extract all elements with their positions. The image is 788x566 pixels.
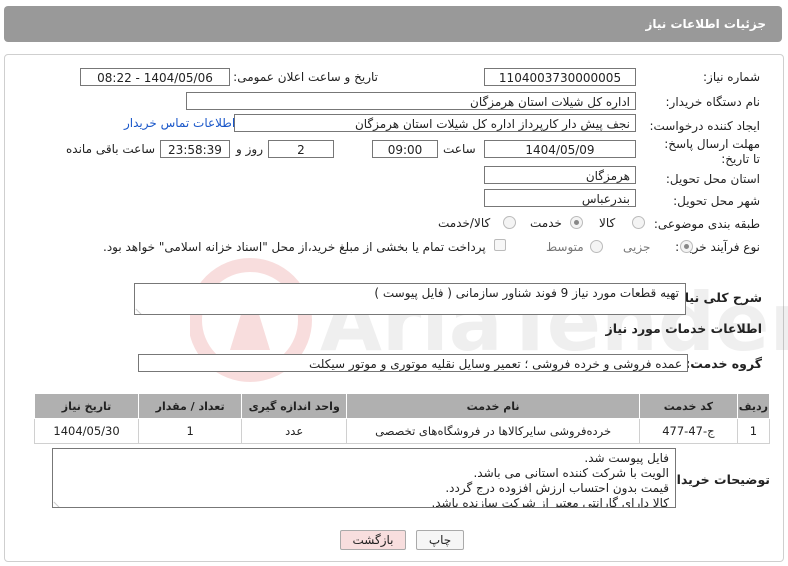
category-radio-goods[interactable]	[632, 216, 645, 229]
treasury-checkbox[interactable]	[494, 239, 506, 251]
category-option-service: خدمت	[530, 216, 562, 230]
service-group-label: گروه خدمت:	[685, 356, 762, 371]
notes-line: الویت با شرکت کننده استانی می باشد.	[473, 466, 669, 480]
summary-textarea[interactable]: تهیه قطعات مورد نیاز 9 فوند شناور سازمان…	[134, 283, 686, 315]
buyer-notes-textarea[interactable]: فایل پیوست شد. الویت با شرکت کننده استان…	[52, 448, 676, 508]
col-need-date: تاریخ نیاز	[33, 393, 140, 419]
col-service-name: نام خدمت	[346, 393, 640, 419]
announce-label: تاریخ و ساعت اعلان عمومی:	[233, 70, 378, 84]
cell-service-code: ج-47-477	[638, 418, 738, 444]
province-label: استان محل تحویل:	[665, 172, 760, 186]
category-radio-goods-service[interactable]	[503, 216, 516, 229]
table-header-row: ردیف کد خدمت نام خدمت واحد اندازه گیری ت…	[33, 393, 771, 419]
requester-field: نجف پیش دار کارپرداز اداره کل شیلات استا…	[234, 114, 636, 132]
days-label: روز و	[236, 142, 263, 156]
service-group-field: عمده فروشی و خرده فروشی ؛ تعمیر وسایل نق…	[138, 354, 688, 372]
services-table: ردیف کد خدمت نام خدمت واحد اندازه گیری ت…	[33, 393, 771, 444]
buyer-contact-link[interactable]: اطلاعات تماس خریدار	[124, 116, 235, 130]
category-option-goods: کالا	[599, 216, 616, 230]
cell-need-date: 1404/05/30	[33, 418, 140, 444]
back-button[interactable]: بازگشت	[340, 530, 406, 550]
col-row: ردیف	[736, 393, 771, 419]
page-title: جزئیات اطلاعات نیاز	[645, 17, 766, 31]
process-option-medium: متوسط	[546, 240, 584, 254]
days-field: 2	[268, 140, 334, 158]
summary-text: تهیه قطعات مورد نیاز 9 فوند شناور سازمان…	[374, 286, 679, 300]
deadline-label: مهلت ارسال پاسخ: تا تاریخ:	[664, 137, 760, 166]
deadline-time-label: ساعت	[443, 142, 476, 156]
buyer-notes-label: توضیحات خریدار:	[664, 472, 770, 487]
process-option-minor: جزیی	[623, 240, 651, 254]
category-option-goods-service: کالا/خدمت	[438, 216, 491, 230]
cell-service-name: خرده‌فروشی سایرکالاها در فروشگاه‌های تخص…	[346, 418, 640, 444]
notes-line: فایل پیوست شد.	[584, 451, 669, 465]
cell-row: 1	[736, 418, 771, 444]
cell-quantity: 1	[138, 418, 243, 444]
buyer-org-label: نام دستگاه خریدار:	[665, 95, 761, 109]
cell-unit: عدد	[241, 418, 348, 444]
col-service-code: کد خدمت	[638, 393, 738, 419]
process-radio-minor[interactable]	[680, 240, 693, 253]
city-label: شهر محل تحویل:	[673, 194, 760, 208]
buyer-org-field: اداره کل شیلات استان هرمزگان	[186, 92, 636, 110]
category-label: طبقه بندی موضوعی:	[653, 217, 760, 231]
page-header: جزئیات اطلاعات نیاز	[4, 6, 782, 42]
deadline-time-field: 09:00	[372, 140, 438, 158]
need-number-field: 1104003730000005	[484, 68, 636, 86]
print-button[interactable]: چاپ	[416, 530, 464, 550]
col-quantity: تعداد / مقدار	[138, 393, 243, 419]
province-field: هرمزگان	[484, 166, 636, 184]
requester-label: ایجاد کننده درخواست:	[649, 119, 760, 133]
need-number-label: شماره نیاز:	[703, 70, 760, 84]
city-field: بندرعباس	[484, 189, 636, 207]
deadline-date-field: 1404/05/09	[484, 140, 636, 158]
notes-line: کالا دارای گارانتی معتبر از شرکت سازنده …	[431, 496, 669, 508]
announce-field: 1404/05/06 - 08:22	[80, 68, 230, 86]
remaining-time-field: 23:58:39	[160, 140, 230, 158]
process-radio-medium[interactable]	[590, 240, 603, 253]
table-row: 1 ج-47-477 خرده‌فروشی سایرکالاها در فروش…	[33, 418, 771, 444]
treasury-note: پرداخت تمام یا بخشی از مبلغ خرید،از محل …	[103, 240, 486, 254]
notes-line: قیمت بدون احتساب ارزش افزوده درج گردد.	[445, 481, 669, 495]
resize-grip-icon	[135, 302, 148, 314]
col-unit: واحد اندازه گیری	[241, 393, 348, 419]
services-title: اطلاعات خدمات مورد نیاز	[605, 321, 763, 336]
category-radio-service[interactable]	[570, 216, 583, 229]
remaining-label: ساعت باقی مانده	[66, 142, 156, 156]
